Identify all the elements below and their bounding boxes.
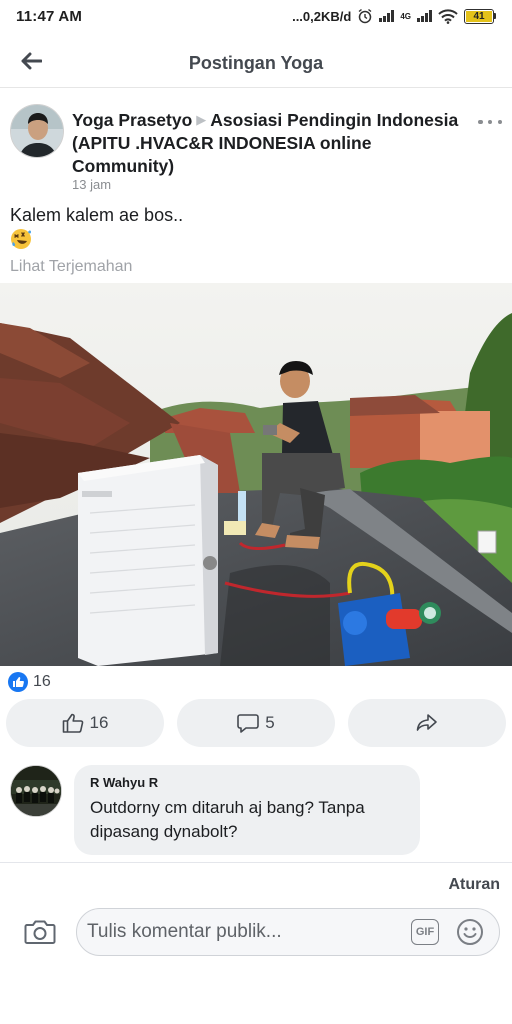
- divider: [0, 862, 512, 863]
- battery-icon: 41: [464, 8, 496, 24]
- author-avatar[interactable]: [10, 104, 64, 158]
- post-actions: 16 5: [6, 699, 506, 747]
- post-time[interactable]: 13 jam: [72, 177, 111, 192]
- post-photo[interactable]: [0, 283, 512, 666]
- rules-link[interactable]: Aturan: [448, 876, 500, 894]
- commenter-avatar[interactable]: [10, 765, 62, 817]
- battery-level: 41: [466, 10, 492, 22]
- avatar-photo: [11, 105, 63, 157]
- like-reaction-icon: [8, 672, 28, 692]
- alarm-icon: [358, 8, 372, 24]
- translate-link[interactable]: Lihat Terjemahan: [10, 258, 132, 276]
- author-name[interactable]: Yoga Prasetyo: [72, 110, 192, 130]
- share-icon: [416, 714, 437, 731]
- post-author-line: Yoga Prasetyo ▶ Asosiasi Pendingin Indones…: [72, 108, 472, 178]
- comment-icon: [237, 714, 260, 733]
- status-icons: ...0,2KB/d 4G 41: [292, 8, 496, 24]
- reaction-summary[interactable]: 16: [8, 671, 51, 693]
- comment-text: Outdorny cm ditaruh aj bang? Tanpa dipas…: [90, 798, 365, 841]
- thumbs-up-icon: [62, 713, 83, 733]
- comment-item: R Wahyu R Outdorny cm ditaruh aj bang? T…: [0, 763, 512, 859]
- reaction-count: 16: [33, 673, 51, 690]
- signal-icon-2: [417, 10, 432, 22]
- comment-count: 5: [265, 713, 275, 732]
- commenter-name[interactable]: R Wahyu R: [90, 775, 404, 790]
- comment-button[interactable]: 5: [177, 699, 335, 747]
- post-image: [0, 283, 512, 666]
- network-speed: ...0,2KB/d: [292, 8, 352, 24]
- comment-composer: GIF: [0, 906, 512, 960]
- rolling-laughing-emoji-icon: [11, 229, 31, 249]
- like-count: 16: [89, 713, 109, 732]
- commenter-photo: [11, 766, 61, 816]
- signal-icon: [379, 10, 395, 22]
- like-button[interactable]: 16: [6, 699, 164, 747]
- post-text: Kalem kalem ae bos..: [10, 205, 184, 225]
- status-bar: 11:47 AM ...0,2KB/d 4G 41: [0, 0, 512, 32]
- camera-icon[interactable]: [24, 918, 56, 946]
- wifi-icon: [438, 8, 458, 24]
- triangle-right-icon: ▶: [196, 112, 207, 127]
- page-title: Postingan Yoga: [188, 53, 324, 73]
- share-button[interactable]: [348, 699, 506, 747]
- network-type: 4G: [400, 11, 411, 21]
- status-time: 11:47 AM: [16, 7, 83, 25]
- gif-button[interactable]: GIF: [411, 919, 439, 945]
- post-header: Yoga Prasetyo ▶ Asosiasi Pendingin Indones…: [0, 100, 512, 196]
- comment-bubble[interactable]: R Wahyu R Outdorny cm ditaruh aj bang? T…: [74, 765, 420, 855]
- more-options-button[interactable]: [478, 114, 502, 130]
- emoji-icon[interactable]: [456, 918, 484, 946]
- app-header: Postingan Yoga: [0, 36, 512, 88]
